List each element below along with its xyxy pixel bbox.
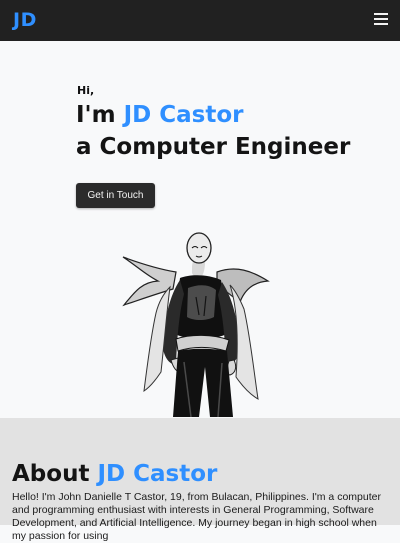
- hero-greeting: Hi,: [77, 84, 95, 97]
- hero-headline-prefix: I'm: [76, 102, 124, 128]
- about-title-prefix: About: [12, 461, 98, 487]
- hero-headline-role: a Computer Engineer: [76, 134, 351, 160]
- about-paragraph: Hello! I'm John Danielle T Castor, 19, f…: [12, 491, 381, 542]
- brand-logo[interactable]: JD: [13, 9, 37, 31]
- hero-headline-name: I'm JD Castor: [76, 102, 243, 128]
- about-title-name: JD Castor: [97, 461, 218, 487]
- get-in-touch-button[interactable]: Get in Touch: [76, 183, 155, 208]
- about-title: About JD Castor: [12, 461, 217, 487]
- caped-hero-illustration: [122, 232, 270, 417]
- navbar: JD: [0, 0, 400, 41]
- hero-name: JD Castor: [123, 102, 244, 128]
- hamburger-menu-icon[interactable]: [374, 12, 390, 28]
- about-section: About JD Castor Hello! I'm John Danielle…: [0, 418, 400, 542]
- hero-section: Hi, I'm JD Castor a Computer Engineer Ge…: [0, 41, 400, 418]
